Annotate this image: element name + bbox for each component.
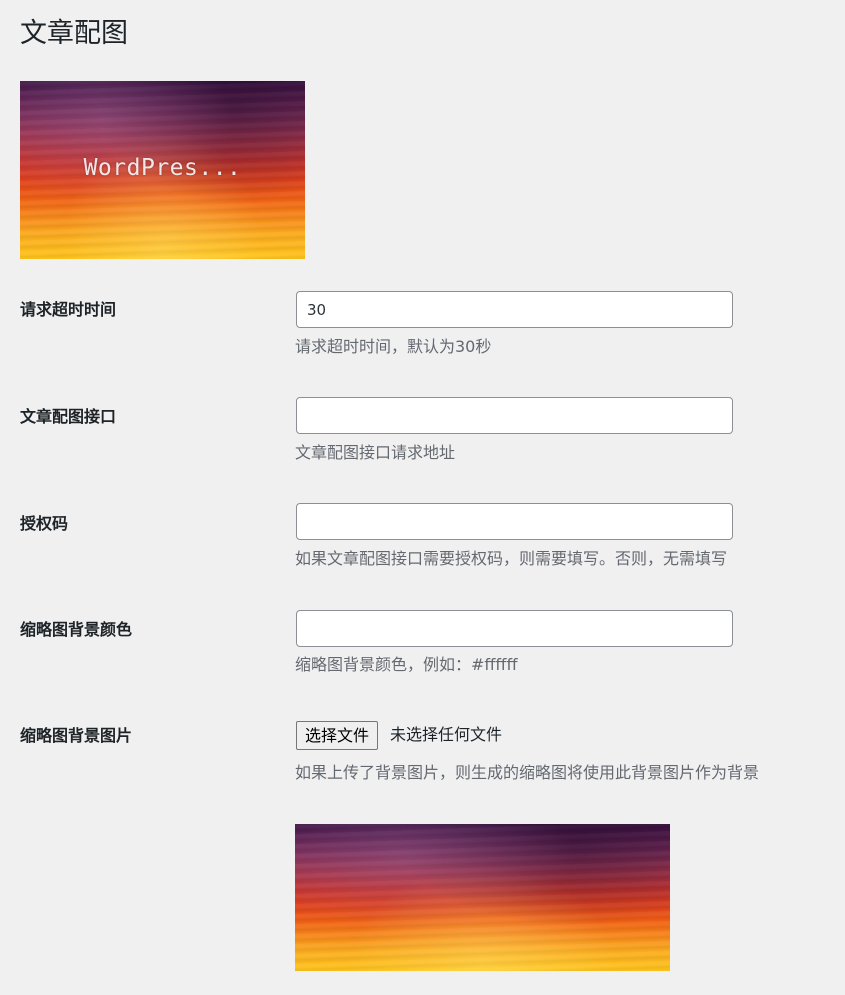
bg-color-input[interactable]: [296, 610, 733, 647]
background-image-preview: [295, 824, 670, 971]
auth-label: 授权码: [20, 514, 69, 533]
timeout-label: 请求超时时间: [20, 300, 117, 319]
thumbnail-preview-image: WordPres...: [20, 81, 305, 259]
choose-file-button[interactable]: 选择文件: [296, 721, 379, 750]
api-input[interactable]: [296, 397, 733, 434]
bg-color-description: 缩略图背景颜色，例如：#ffffff: [295, 655, 518, 674]
api-label: 文章配图接口: [20, 407, 117, 426]
bg-color-label: 缩略图背景颜色: [20, 620, 133, 639]
thumbnail-preview-text: WordPres...: [83, 155, 242, 181]
auth-description: 如果文章配图接口需要授权码，则需要填写。否则，无需填写: [295, 549, 728, 568]
page-title: 文章配图: [20, 18, 128, 49]
settings-page: 文章配图 WordPres... 请求超时时间 请求超时时间，默认为30秒 文章…: [0, 0, 845, 995]
bg-image-description: 如果上传了背景图片，则生成的缩略图将使用此背景图片作为背景: [295, 763, 760, 782]
auth-input[interactable]: [296, 503, 733, 540]
api-description: 文章配图接口请求地址: [295, 443, 456, 462]
file-status-text: 未选择任何文件: [390, 725, 503, 744]
bg-image-label: 缩略图背景图片: [20, 726, 133, 745]
timeout-input[interactable]: [296, 291, 733, 328]
timeout-description: 请求超时时间，默认为30秒: [295, 337, 492, 356]
